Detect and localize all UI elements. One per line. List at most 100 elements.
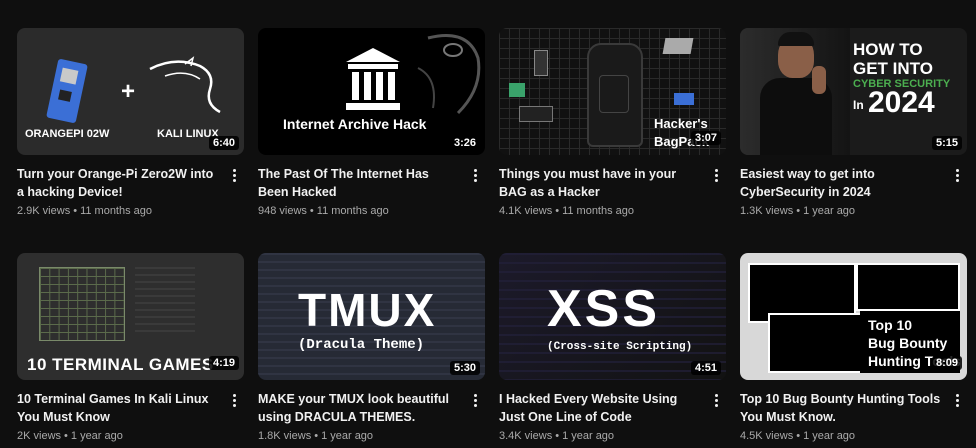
view-count: 1.8K views	[258, 430, 312, 442]
duration-badge: 4:51	[690, 361, 721, 375]
view-count: 948 views	[258, 205, 307, 217]
separator: •	[64, 430, 68, 442]
more-vert-icon[interactable]	[708, 390, 724, 410]
thumb-text: 10 TERMINAL GAMES	[27, 355, 214, 374]
duration-badge: 8:09	[931, 356, 962, 370]
hacker-mask-graphic	[417, 34, 481, 115]
video-card[interactable]: 10 TERMINAL GAMES 4:19 10 Terminal Games…	[17, 253, 244, 442]
video-stats: 2K views • 1 year ago	[17, 430, 220, 442]
backpack-graphic	[587, 43, 643, 147]
archive-building-icon	[346, 48, 400, 110]
thumb-text: In	[853, 98, 864, 112]
view-count: 3.4K views	[499, 430, 553, 442]
kali-dragon-logo	[149, 56, 221, 114]
upload-age: 11 months ago	[80, 205, 153, 217]
video-stats: 948 views • 11 months ago	[258, 205, 461, 217]
upload-age: 11 months ago	[316, 205, 389, 217]
gadget-board	[509, 83, 525, 97]
video-thumbnail[interactable]: Top 10 Bug Bounty Hunting Tools 8:09	[740, 253, 967, 380]
video-stats: 1.8K views • 1 year ago	[258, 430, 461, 442]
view-count: 4.5K views	[740, 430, 794, 442]
upload-age: 1 year ago	[562, 430, 615, 442]
view-count: 2.9K views	[17, 205, 71, 217]
video-stats: 4.1K views • 11 months ago	[499, 205, 702, 217]
presenter-photo	[740, 28, 850, 155]
more-vert-icon[interactable]	[226, 390, 242, 410]
more-vert-icon[interactable]	[467, 165, 483, 185]
video-card[interactable]: HOW TO GET INTO CYBER SECURITY In 2024 5…	[740, 28, 967, 217]
view-count: 1.3K views	[740, 205, 794, 217]
video-thumbnail[interactable]: XSS (Cross-site Scripting) 4:51	[499, 253, 726, 380]
video-title[interactable]: 10 Terminal Games In Kali Linux You Must…	[17, 390, 220, 426]
plus-sign: +	[121, 78, 136, 105]
gadget-adapter	[674, 93, 694, 105]
duration-badge: 3:07	[690, 131, 721, 145]
video-stats: 1.3K views • 1 year ago	[740, 205, 943, 217]
duration-badge: 6:40	[208, 136, 239, 150]
separator: •	[555, 205, 560, 217]
upload-age: 1 year ago	[321, 430, 374, 442]
video-stats: 3.4K views • 1 year ago	[499, 430, 702, 442]
terminal-window	[768, 313, 872, 373]
orange-pi-board	[46, 58, 88, 124]
video-title[interactable]: Things you must have in your BAG as a Ha…	[499, 165, 702, 201]
video-thumbnail[interactable]: 10 TERMINAL GAMES 4:19	[17, 253, 244, 380]
view-count: 2K views	[17, 430, 62, 442]
separator: •	[73, 205, 78, 217]
video-card[interactable]: TMUX (Dracula Theme) 5:30 MAKE your TMUX…	[258, 253, 485, 442]
thumb-text: Top 10	[868, 317, 913, 333]
thumb-text: 2024	[868, 86, 935, 119]
gadget-phone	[534, 50, 548, 76]
more-vert-icon[interactable]	[949, 390, 965, 410]
thumb-text: Internet Archive Hack	[283, 116, 427, 132]
video-card[interactable]: Internet Archive Hack 3:26 The Past Of T…	[258, 28, 485, 217]
more-vert-icon[interactable]	[708, 165, 724, 185]
thumb-text: ORANGEPI 02W	[25, 128, 110, 140]
video-thumbnail[interactable]: Hacker's BagPack 3:07	[499, 28, 726, 155]
terminal-window	[856, 263, 960, 311]
video-thumbnail[interactable]: Internet Archive Hack 3:26	[258, 28, 485, 155]
video-title[interactable]: The Past Of The Internet Has Been Hacked	[258, 165, 461, 201]
video-title[interactable]: I Hacked Every Website Using Just One Li…	[499, 390, 702, 426]
video-thumbnail[interactable]: TMUX (Dracula Theme) 5:30	[258, 253, 485, 380]
video-stats: 4.5K views • 1 year ago	[740, 430, 943, 442]
video-card[interactable]: Hacker's BagPack 3:07 Things you must ha…	[499, 28, 726, 217]
thumb-text: Hacker's	[654, 116, 708, 131]
thumb-text: Bug Bounty	[868, 335, 948, 351]
duration-badge: 4:19	[208, 356, 239, 370]
more-vert-icon[interactable]	[226, 165, 242, 185]
duration-badge: 3:26	[449, 136, 480, 150]
video-card[interactable]: XSS (Cross-site Scripting) 4:51 I Hacked…	[499, 253, 726, 442]
separator: •	[796, 205, 801, 217]
upload-age: 1 year ago	[803, 205, 856, 217]
duration-badge: 5:30	[449, 361, 480, 375]
upload-age: 1 year ago	[70, 430, 123, 442]
thumb-text: GET INTO	[853, 59, 933, 78]
duration-badge: 5:15	[931, 136, 962, 150]
thumb-text: XSS	[547, 280, 661, 338]
view-count: 4.1K views	[499, 205, 553, 217]
video-title[interactable]: Easiest way to get into CyberSecurity in…	[740, 165, 943, 201]
separator: •	[314, 430, 319, 442]
thumb-text: HOW TO	[853, 40, 923, 59]
terminal-menu-text	[135, 267, 195, 337]
more-vert-icon[interactable]	[949, 165, 965, 185]
more-vert-icon[interactable]	[467, 390, 483, 410]
separator: •	[796, 430, 801, 442]
video-card[interactable]: + ORANGEPI 02W KALI LINUX 6:40 Turn your…	[17, 28, 244, 217]
gadget-drive	[519, 106, 553, 122]
sudoku-grid	[39, 267, 125, 341]
thumb-text: (Cross-site Scripting)	[547, 341, 693, 353]
upload-age: 11 months ago	[562, 205, 635, 217]
video-stats: 2.9K views • 11 months ago	[17, 205, 220, 217]
video-title[interactable]: Turn your Orange-Pi Zero2W into a hackin…	[17, 165, 220, 201]
separator: •	[555, 430, 560, 442]
thumb-text: (Dracula Theme)	[298, 337, 425, 353]
video-thumbnail[interactable]: HOW TO GET INTO CYBER SECURITY In 2024 5…	[740, 28, 967, 155]
video-card[interactable]: Top 10 Bug Bounty Hunting Tools 8:09 Top…	[740, 253, 967, 442]
video-title[interactable]: MAKE your TMUX look beautiful using DRAC…	[258, 390, 461, 426]
video-thumbnail[interactable]: + ORANGEPI 02W KALI LINUX 6:40	[17, 28, 244, 155]
upload-age: 1 year ago	[803, 430, 856, 442]
video-title[interactable]: Top 10 Bug Bounty Hunting Tools You Must…	[740, 390, 943, 426]
gadget-laptop	[662, 38, 694, 54]
